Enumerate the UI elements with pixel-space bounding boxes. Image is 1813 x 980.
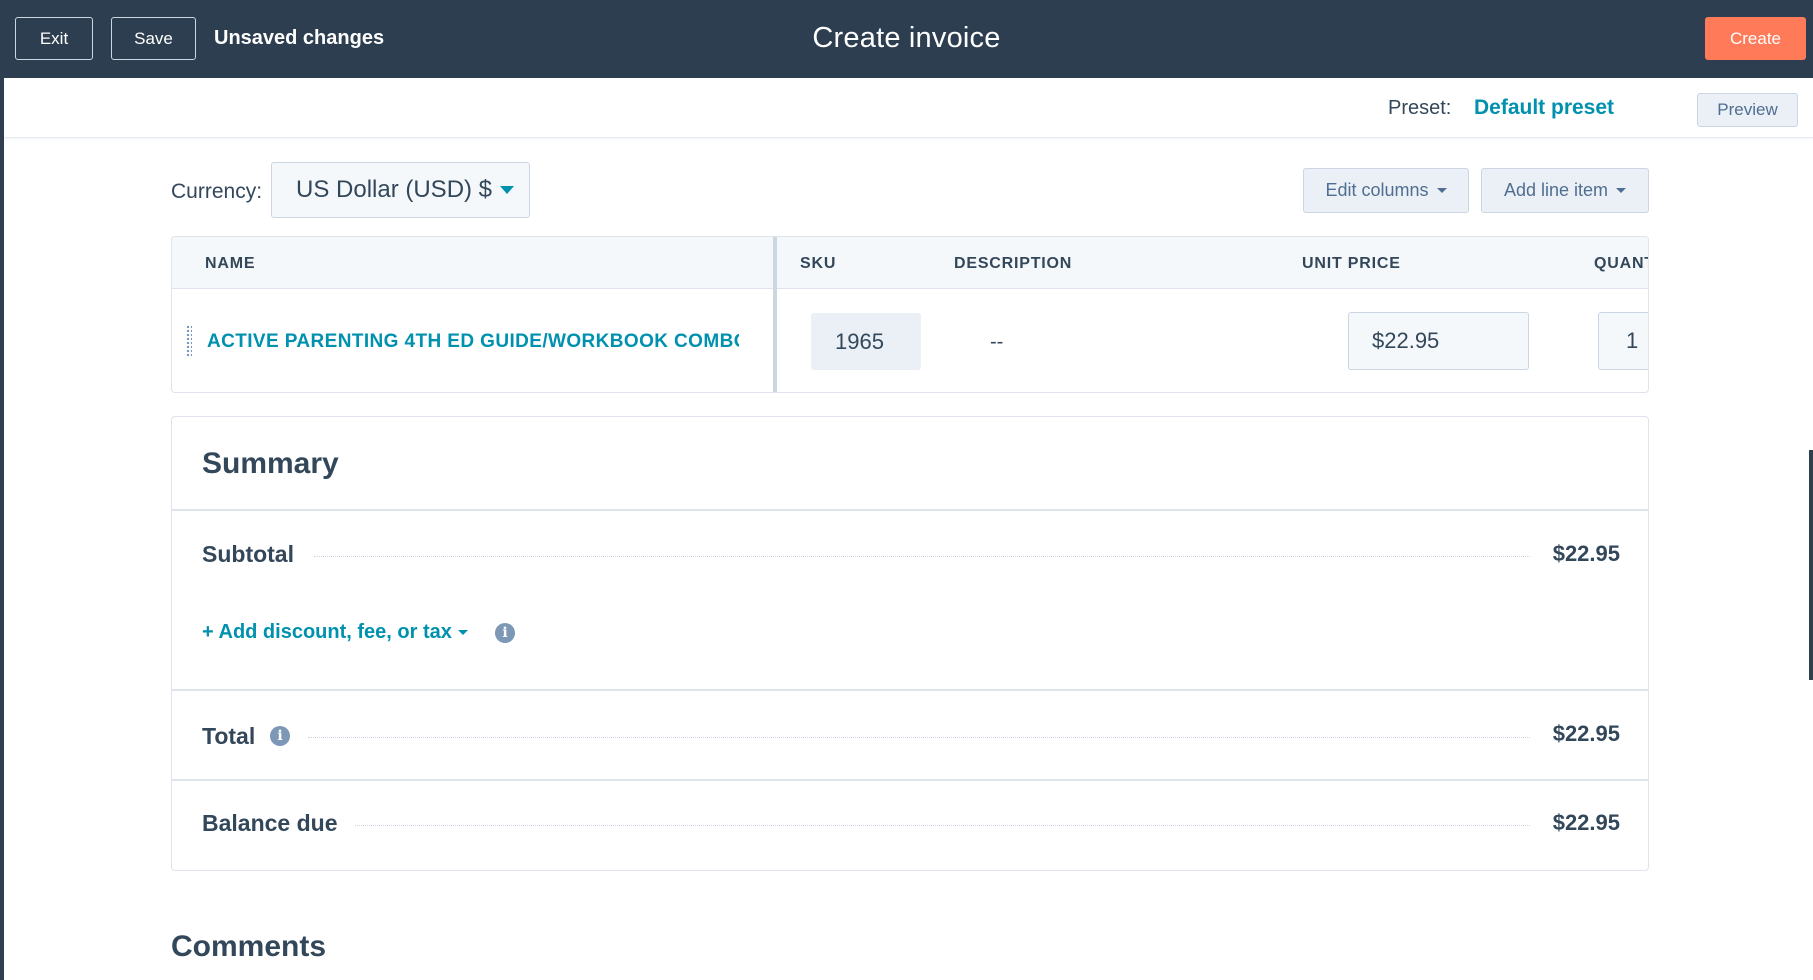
- preset-link[interactable]: Default preset: [1474, 96, 1614, 120]
- top-bar: Exit Save Unsaved changes Create invoice…: [0, 0, 1813, 78]
- summary-title: Summary: [202, 447, 339, 480]
- preset-label: Preset:: [1388, 97, 1452, 119]
- balance-due-label: Balance due: [202, 810, 338, 836]
- sku-field: 1965: [811, 313, 921, 370]
- line-items-table: NAME SKU DESCRIPTION UNIT PRICE QUANT AC…: [171, 236, 1649, 393]
- caret-down-icon: [457, 630, 468, 635]
- scrollbar[interactable]: [1809, 450, 1813, 680]
- summary-card: Summary Subtotal $22.95 + Add discount, …: [171, 416, 1649, 871]
- leader-line: [355, 825, 1530, 826]
- preview-button[interactable]: Preview: [1697, 93, 1798, 127]
- currency-value: US Dollar (USD) $: [296, 176, 493, 203]
- drag-handle-icon[interactable]: [186, 325, 192, 357]
- divider: [172, 779, 1648, 781]
- currency-label: Currency:: [171, 180, 263, 203]
- add-line-item-label: Add line item: [1503, 180, 1609, 200]
- balance-due-value: $22.95: [1552, 810, 1620, 835]
- edit-columns-label: Edit columns: [1325, 180, 1429, 200]
- subtotal-label: Subtotal: [202, 541, 294, 567]
- edit-columns-button[interactable]: Edit columns: [1303, 168, 1469, 213]
- divider: [172, 509, 1648, 511]
- add-line-item-button[interactable]: Add line item: [1481, 168, 1649, 213]
- unit-price-input[interactable]: $22.95: [1348, 312, 1529, 370]
- add-discount-label: + Add discount, fee, or tax: [202, 621, 452, 643]
- caret-down-icon: [1436, 188, 1447, 193]
- total-label: Total: [202, 723, 256, 749]
- window-edge: [0, 0, 4, 980]
- caret-down-icon: [500, 186, 515, 194]
- caret-down-icon: [1616, 188, 1627, 193]
- create-button[interactable]: Create: [1705, 17, 1806, 60]
- column-header-sku[interactable]: SKU: [800, 255, 836, 273]
- line-item-name-link[interactable]: ACTIVE PARENTING 4TH ED GUIDE/WORKBOOK C…: [207, 331, 739, 353]
- total-value: $22.95: [1552, 721, 1620, 746]
- quantity-input[interactable]: 1: [1598, 312, 1648, 370]
- divider: [172, 689, 1648, 691]
- info-icon[interactable]: i: [495, 623, 515, 643]
- column-header-quantity[interactable]: QUANT: [1594, 255, 1648, 273]
- description-value: --: [990, 331, 1004, 353]
- frozen-column-divider: [773, 237, 777, 392]
- preset-bar: Preset: Default preset Preview: [4, 78, 1813, 138]
- info-icon[interactable]: i: [270, 726, 290, 746]
- page-title: Create invoice: [812, 22, 1001, 54]
- column-header-unit-price[interactable]: UNIT PRICE: [1302, 255, 1401, 273]
- leader-line: [308, 737, 1530, 738]
- column-header-description[interactable]: DESCRIPTION: [954, 255, 1072, 273]
- leader-line: [314, 556, 1530, 557]
- column-header-name[interactable]: NAME: [205, 255, 255, 273]
- currency-select[interactable]: US Dollar (USD) $: [271, 162, 530, 218]
- comments-heading: Comments: [171, 930, 327, 963]
- table-header: NAME SKU DESCRIPTION UNIT PRICE QUANT: [172, 237, 1648, 289]
- add-discount-fee-tax-button[interactable]: + Add discount, fee, or tax: [202, 621, 468, 644]
- subtotal-value: $22.95: [1552, 541, 1620, 566]
